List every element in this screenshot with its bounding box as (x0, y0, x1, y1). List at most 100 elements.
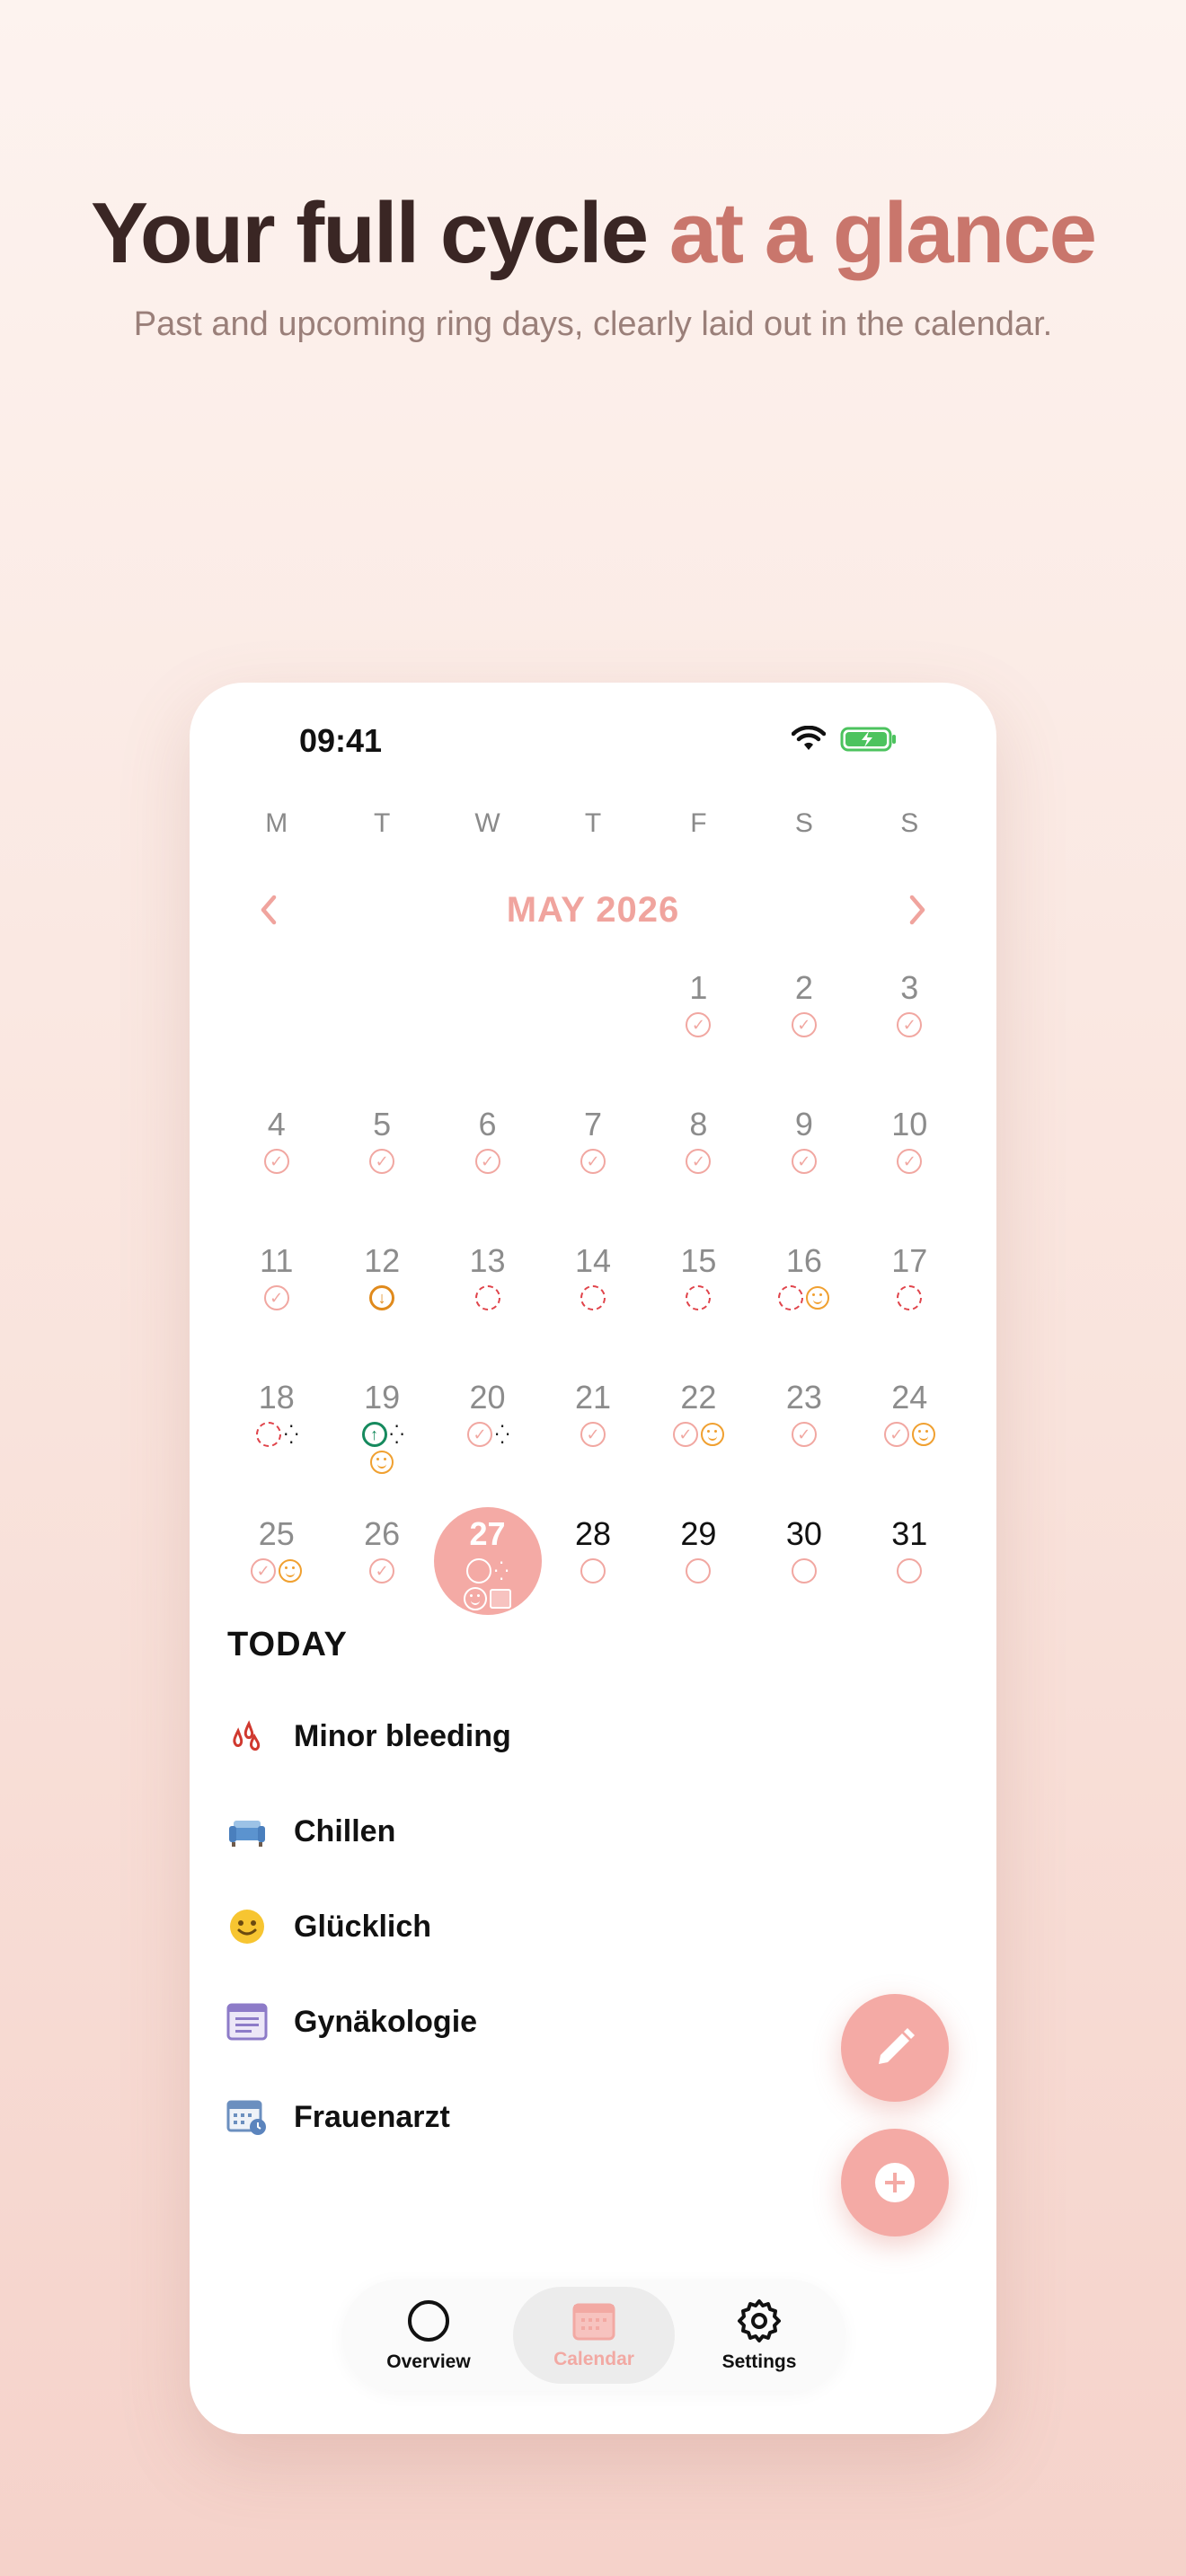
edit-button[interactable] (841, 1994, 949, 2102)
page-headline: Your full cycle at a glance (0, 184, 1186, 283)
calendar-day[interactable]: 13 (435, 1225, 540, 1362)
calendar-day[interactable]: 25 ✓ (224, 1498, 329, 1635)
tab-calendar[interactable]: Calendar (513, 2287, 675, 2384)
day-number: 23 (785, 1379, 822, 1416)
calendar-day[interactable]: 23 ✓ (751, 1362, 856, 1498)
day-markers-secondary (370, 1450, 394, 1475)
ring-worn-check-icon: ✓ (251, 1558, 277, 1584)
calendar-day[interactable]: 14 (540, 1225, 645, 1362)
calendar-day[interactable]: 18 ⁛ (224, 1362, 329, 1498)
day-number: 7 (583, 1106, 602, 1142)
day-markers: ⁛ (256, 1421, 298, 1448)
next-month-button[interactable] (890, 883, 944, 937)
ring-worn-check-icon: ✓ (791, 1422, 817, 1447)
calendar-day[interactable]: 24 ✓ (857, 1362, 962, 1498)
calendar-icon (572, 2303, 615, 2341)
calendar-day[interactable]: 7 ✓ (540, 1089, 645, 1225)
calendar-day[interactable]: 22 ✓ (646, 1362, 751, 1498)
weekday-label: F (690, 808, 707, 838)
tab-label: Overview (386, 2351, 471, 2372)
day-number: 31 (891, 1515, 928, 1552)
day-number: 16 (785, 1242, 822, 1279)
day-markers: ✓ (369, 1148, 395, 1175)
calendar-day[interactable]: 3 ✓ (857, 952, 962, 1089)
calendar-day[interactable]: 15 (646, 1225, 751, 1362)
tab-label: Settings (721, 2351, 797, 2372)
gear-icon (738, 2299, 781, 2342)
today-item-appointment[interactable]: Frauenarzt (226, 2069, 854, 2165)
calendar-day[interactable]: 6 ✓ (435, 1089, 540, 1225)
ring-planned-icon (580, 1558, 606, 1584)
day-markers: ✓ (251, 1557, 303, 1584)
day-markers: ✓ (686, 1148, 712, 1175)
calendar-day[interactable]: 28 (540, 1498, 645, 1635)
day-markers: ✓ (791, 1421, 817, 1448)
today-section-title: TODAY (227, 1626, 348, 1663)
calendar-day[interactable]: 19 ↑ ⁛ (329, 1362, 434, 1498)
calendar-day-today[interactable]: 27 ⁛ (433, 1498, 542, 1635)
calendar-day[interactable]: 9 ✓ (751, 1089, 856, 1225)
day-markers: ✓ ⁛ (467, 1421, 509, 1448)
bleeding-drops-icon: ⁛ (495, 1425, 509, 1445)
calendar-day[interactable]: 16 (751, 1225, 856, 1362)
calendar-day[interactable]: 31 (857, 1498, 962, 1635)
calendar-day[interactable]: 17 (857, 1225, 962, 1362)
ring-worn-check-icon: ✓ (672, 1422, 698, 1447)
add-entry-button[interactable] (841, 2129, 949, 2236)
day-number: 2 (794, 969, 813, 1006)
day-number: 9 (794, 1106, 813, 1142)
calendar-day[interactable]: 30 (751, 1498, 856, 1635)
phone-screen: 09:41 M T W T F S S MAY 2026 1 ✓ 2 ✓ 3 ✓… (190, 683, 996, 2434)
tab-settings[interactable]: Settings (678, 2287, 840, 2384)
ring-removal-icon: ↓ (369, 1285, 395, 1310)
today-item-chillen[interactable]: Chillen (226, 1784, 854, 1879)
previous-month-button[interactable] (242, 883, 296, 937)
headline-accent: at a glance (668, 185, 1097, 281)
today-item-gynaecology-note[interactable]: Gynäkologie (226, 1974, 854, 2069)
calendar-empty-cell (329, 952, 434, 1089)
today-item-happy[interactable]: Glücklich (226, 1879, 854, 1974)
month-title: MAY 2026 (506, 889, 680, 930)
ring-planned-icon (686, 1558, 712, 1584)
ring-worn-check-icon: ✓ (686, 1012, 712, 1037)
page-subheadline: Past and upcoming ring days, clearly lai… (133, 305, 1053, 343)
calendar-day[interactable]: 20 ✓ ⁛ (435, 1362, 540, 1498)
day-markers: ✓ (580, 1148, 606, 1175)
day-number: 28 (574, 1515, 612, 1552)
ring-worn-check-icon: ✓ (369, 1149, 395, 1174)
calendar-day[interactable]: 4 ✓ (224, 1089, 329, 1225)
calendar-day[interactable]: 10 ✓ (857, 1089, 962, 1225)
day-markers: ⁛ (466, 1557, 509, 1584)
day-number: 29 (680, 1515, 717, 1552)
calendar-empty-cell (224, 952, 329, 1089)
day-markers: ✓ (369, 1557, 395, 1584)
today-item-bleeding[interactable]: Minor bleeding (226, 1689, 854, 1784)
day-markers (791, 1557, 817, 1584)
bleeding-drops-icon: ⁛ (284, 1425, 298, 1445)
ring-icon (408, 2300, 449, 2342)
calendar-day[interactable]: 1 ✓ (646, 952, 751, 1089)
today-item-label: Frauenarzt (294, 2099, 450, 2134)
day-number: 20 (469, 1379, 506, 1416)
calendar-day[interactable]: 29 (646, 1498, 751, 1635)
today-item-label: Chillen (294, 1813, 396, 1848)
sofa-icon (226, 1810, 269, 1853)
calendar-day[interactable]: 5 ✓ (329, 1089, 434, 1225)
calendar-day[interactable]: 8 ✓ (646, 1089, 751, 1225)
day-markers: ✓ (263, 1284, 289, 1311)
calendar-day[interactable]: 12 ↓ (329, 1225, 434, 1362)
ring-break-dashed-icon (778, 1285, 804, 1310)
calendar-day[interactable]: 26 ✓ (329, 1498, 434, 1635)
ring-break-dashed-icon (474, 1285, 500, 1310)
day-markers (778, 1284, 830, 1311)
calendar-day[interactable]: 2 ✓ (751, 952, 856, 1089)
calendar-day[interactable]: 11 ✓ (224, 1225, 329, 1362)
calendar-day[interactable]: 21 ✓ (540, 1362, 645, 1498)
ring-worn-check-icon: ✓ (580, 1149, 606, 1174)
today-item-label: Gynäkologie (294, 2004, 478, 2039)
happy-face-icon (226, 1905, 269, 1948)
day-number: 24 (891, 1379, 928, 1416)
ring-worn-check-icon: ✓ (897, 1012, 923, 1037)
tab-overview[interactable]: Overview (348, 2287, 509, 2384)
day-markers: ✓ (897, 1011, 923, 1038)
